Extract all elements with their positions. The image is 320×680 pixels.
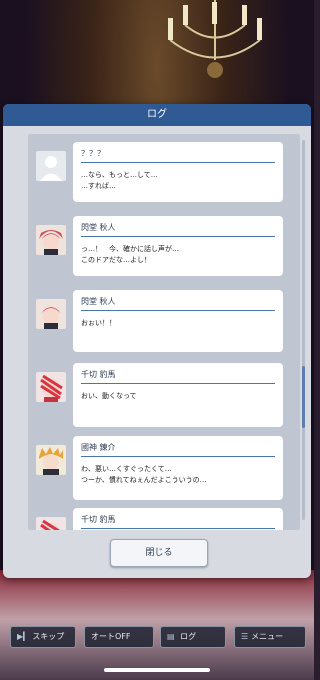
skip-icon: ▶▎ [17, 632, 30, 641]
log-bubble: 千切 豹馬 [73, 508, 283, 530]
log-bubble: 閃堂 秋人 っ…！ 今、確かに話し声が… このドアだな…よし！ [73, 216, 283, 276]
dialogue-text: っ…！ 今、確かに話し声が… このドアだな…よし！ [81, 245, 179, 264]
log-label: ログ [180, 632, 197, 641]
dialogue-text: …なら、もっと…して… …すれば… [81, 171, 158, 190]
chandelier-image [168, 0, 262, 78]
speaker-name: 閃堂 秋人 [81, 296, 275, 311]
avatar-hyoma [36, 517, 66, 530]
dialog-title: ログ [3, 104, 311, 126]
scrollbar-thumb[interactable] [302, 366, 305, 428]
person-silhouette-icon [36, 151, 66, 181]
log-icon: ▤ [167, 632, 175, 641]
auto-label: オートOFF [91, 632, 131, 641]
menu-button[interactable]: ☰ メニュー [234, 626, 306, 648]
bottom-toolbar: ▶▎ スキップ オートOFF ▤ ログ ☰ メニュー [0, 626, 314, 652]
speaker-name: 國神 錬介 [81, 442, 275, 457]
dialogue-text: わ、悪い…くすぐったくて… つーか、慣れてねぇんだよこういうの… [81, 465, 207, 484]
dialogue-text: おぉい！！ [81, 319, 116, 327]
log-button[interactable]: ▤ ログ [160, 626, 226, 648]
speaker-name: 閃堂 秋人 [81, 222, 275, 237]
auto-button[interactable]: オートOFF [84, 626, 154, 648]
log-bubble: ？？？ …なら、もっと…して… …すれば… [73, 142, 283, 202]
dialogue-text: おい、動くなって [81, 392, 137, 400]
close-button[interactable]: 閉じる [110, 539, 208, 567]
log-scrollbar[interactable] [302, 140, 305, 520]
menu-label: メニュー [251, 632, 284, 641]
avatar-rensuke [36, 445, 66, 475]
menu-icon: ☰ [241, 632, 249, 641]
log-dialog: ログ ？？？ …なら、もっと…して… …すれば… 閃堂 秋人 っ…！ 今、確かに… [3, 104, 311, 578]
log-bubble: 千切 豹馬 おい、動くなって [73, 363, 283, 427]
skip-button[interactable]: ▶▎ スキップ [10, 626, 76, 648]
speaker-name: 千切 豹馬 [81, 514, 275, 529]
log-bubble: 國神 錬介 わ、悪い…くすぐったくて… つーか、慣れてねぇんだよこういうの… [73, 436, 283, 500]
home-indicator[interactable] [104, 668, 210, 672]
skip-label: スキップ [32, 632, 65, 641]
avatar-unknown [36, 151, 66, 181]
log-bubble: 閃堂 秋人 おぉい！！ [73, 290, 283, 352]
speaker-name: ？？？ [81, 148, 275, 163]
background-lower [0, 570, 314, 680]
avatar-hyoma [36, 372, 66, 402]
avatar-akito [36, 225, 66, 255]
log-list[interactable]: ？？？ …なら、もっと…して… …すれば… 閃堂 秋人 っ…！ 今、確かに話し声… [28, 134, 300, 530]
avatar-akito [36, 299, 66, 329]
speaker-name: 千切 豹馬 [81, 369, 275, 384]
